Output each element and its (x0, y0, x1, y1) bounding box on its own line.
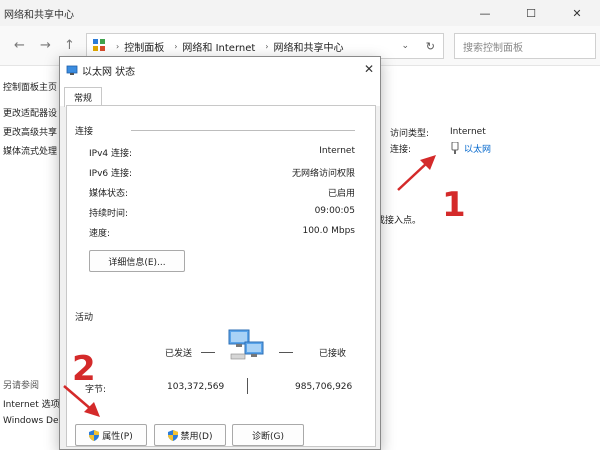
diagnose-button[interactable]: 诊断(G) (232, 424, 304, 446)
ethernet-link-label: 以太网 (464, 144, 492, 155)
media-state-label: 媒体状态: (89, 189, 129, 199)
ipv6-value: 无网络访问权限 (291, 169, 355, 179)
duration-value: 09:00:05 (314, 206, 355, 216)
breadcrumb-network-sharing-center[interactable]: 网络和共享中心 (274, 39, 344, 54)
media-state-value: 已启用 (327, 189, 355, 199)
breadcrumb-control-panel[interactable]: 控制面板 (124, 39, 164, 54)
chevron-right-icon: › (116, 41, 120, 51)
up-arrow-icon[interactable]: ↑ (64, 38, 75, 53)
disable-button-label: 禁用(D) (180, 431, 213, 442)
left-link-media[interactable]: 媒体流式处理 (3, 144, 61, 157)
window-titlebar: 网络和共享中心 — ☐ ✕ (0, 0, 600, 26)
bytes-divider (247, 378, 248, 394)
ipv4-label: IPv4 连接: (89, 149, 133, 159)
bytes-sent-value: 103,372,569 (167, 382, 225, 392)
properties-button-label: 属性(P) (102, 431, 133, 442)
forward-arrow-icon[interactable]: → (40, 38, 51, 53)
active-network-info: 访问类型: Internet 连接: 以太网 (390, 124, 491, 156)
general-tab-panel: 连接 IPv4 连接: Internet IPv6 连接: 无网络访问权限 媒体… (66, 105, 376, 447)
search-placeholder: 搜索控制面板 (463, 42, 523, 54)
window-title: 网络和共享中心 (4, 10, 74, 21)
speed-value: 100.0 Mbps (302, 226, 355, 236)
dialog-titlebar: 以太网 状态 ✕ (60, 57, 380, 84)
connection-row: 连接: 以太网 (390, 140, 491, 156)
ethernet-link[interactable]: 以太网 (450, 142, 491, 155)
sent-dash (201, 352, 215, 353)
bytes-received-value: 985,706,926 (295, 382, 353, 392)
maximize-button[interactable]: ☐ (508, 0, 554, 26)
close-button[interactable]: ✕ (554, 0, 600, 26)
left-link-adapter[interactable]: 更改适配器设 (3, 106, 61, 119)
annotation-number-1: 1 (442, 185, 466, 225)
dialog-title: 以太网 状态 (82, 67, 136, 78)
speed-label: 速度: (89, 229, 111, 239)
chevron-right-icon: › (174, 41, 178, 51)
received-label: 已接收 (319, 349, 347, 359)
tab-general[interactable]: 常规 (64, 87, 102, 107)
ipv6-label: IPv6 连接: (89, 169, 133, 179)
refresh-icon[interactable]: ↻ (426, 40, 435, 53)
control-panel-icon (93, 38, 105, 54)
properties-button[interactable]: 属性(P) (75, 424, 147, 446)
access-type-value: Internet (450, 127, 486, 137)
dialog-tabstrip: 常规 (60, 84, 380, 107)
sent-label: 已发送 (165, 349, 193, 359)
back-arrow-icon[interactable]: ← (14, 38, 25, 53)
uac-shield-icon (167, 429, 178, 441)
left-pane: 控制面板主页 更改适配器设 更改高级共享 媒体流式处理 另请参阅 Interne… (0, 66, 60, 450)
access-type-row: 访问类型: Internet (390, 124, 491, 140)
tab-general-label: 常规 (73, 94, 92, 104)
uac-shield-icon (89, 429, 100, 441)
activity-group-label: 活动 (75, 313, 94, 323)
dialog-close-button[interactable]: ✕ (364, 62, 374, 76)
see-also-windows-defender[interactable]: Windows De (3, 416, 61, 426)
breadcrumb-network-internet[interactable]: 网络和 Internet (182, 39, 255, 54)
disable-button[interactable]: 禁用(D) (154, 424, 226, 446)
left-link-sharing[interactable]: 更改高级共享 (3, 125, 61, 138)
search-input[interactable]: 搜索控制面板 (454, 33, 596, 59)
chevron-right-icon: › (265, 41, 269, 51)
network-activity-icon (227, 328, 267, 365)
ipv4-value: Internet (319, 146, 355, 156)
network-adapter-icon (66, 65, 78, 76)
see-also-internet-options[interactable]: Internet 选项 (3, 397, 61, 410)
received-dash (279, 352, 293, 353)
connection-group-line (131, 130, 355, 131)
see-also-header: 另请参阅 (3, 381, 40, 391)
ethernet-icon (451, 142, 459, 154)
chevron-down-icon[interactable]: ⌄ (401, 41, 409, 51)
setup-text-fragment: 或接入点。 (376, 216, 422, 226)
minimize-button[interactable]: — (462, 0, 508, 26)
access-type-label: 访问类型: (390, 128, 430, 139)
annotation-number-2: 2 (72, 349, 96, 389)
ethernet-status-dialog: 以太网 状态 ✕ 常规 连接 IPv4 连接: Internet IPv6 连接… (59, 56, 381, 450)
connection-group-label: 连接 (75, 127, 94, 137)
duration-label: 持续时间: (89, 209, 129, 219)
left-link-home[interactable]: 控制面板主页 (3, 80, 61, 93)
details-button[interactable]: 详细信息(E)... (89, 250, 185, 272)
connection-label: 连接: (390, 144, 412, 155)
